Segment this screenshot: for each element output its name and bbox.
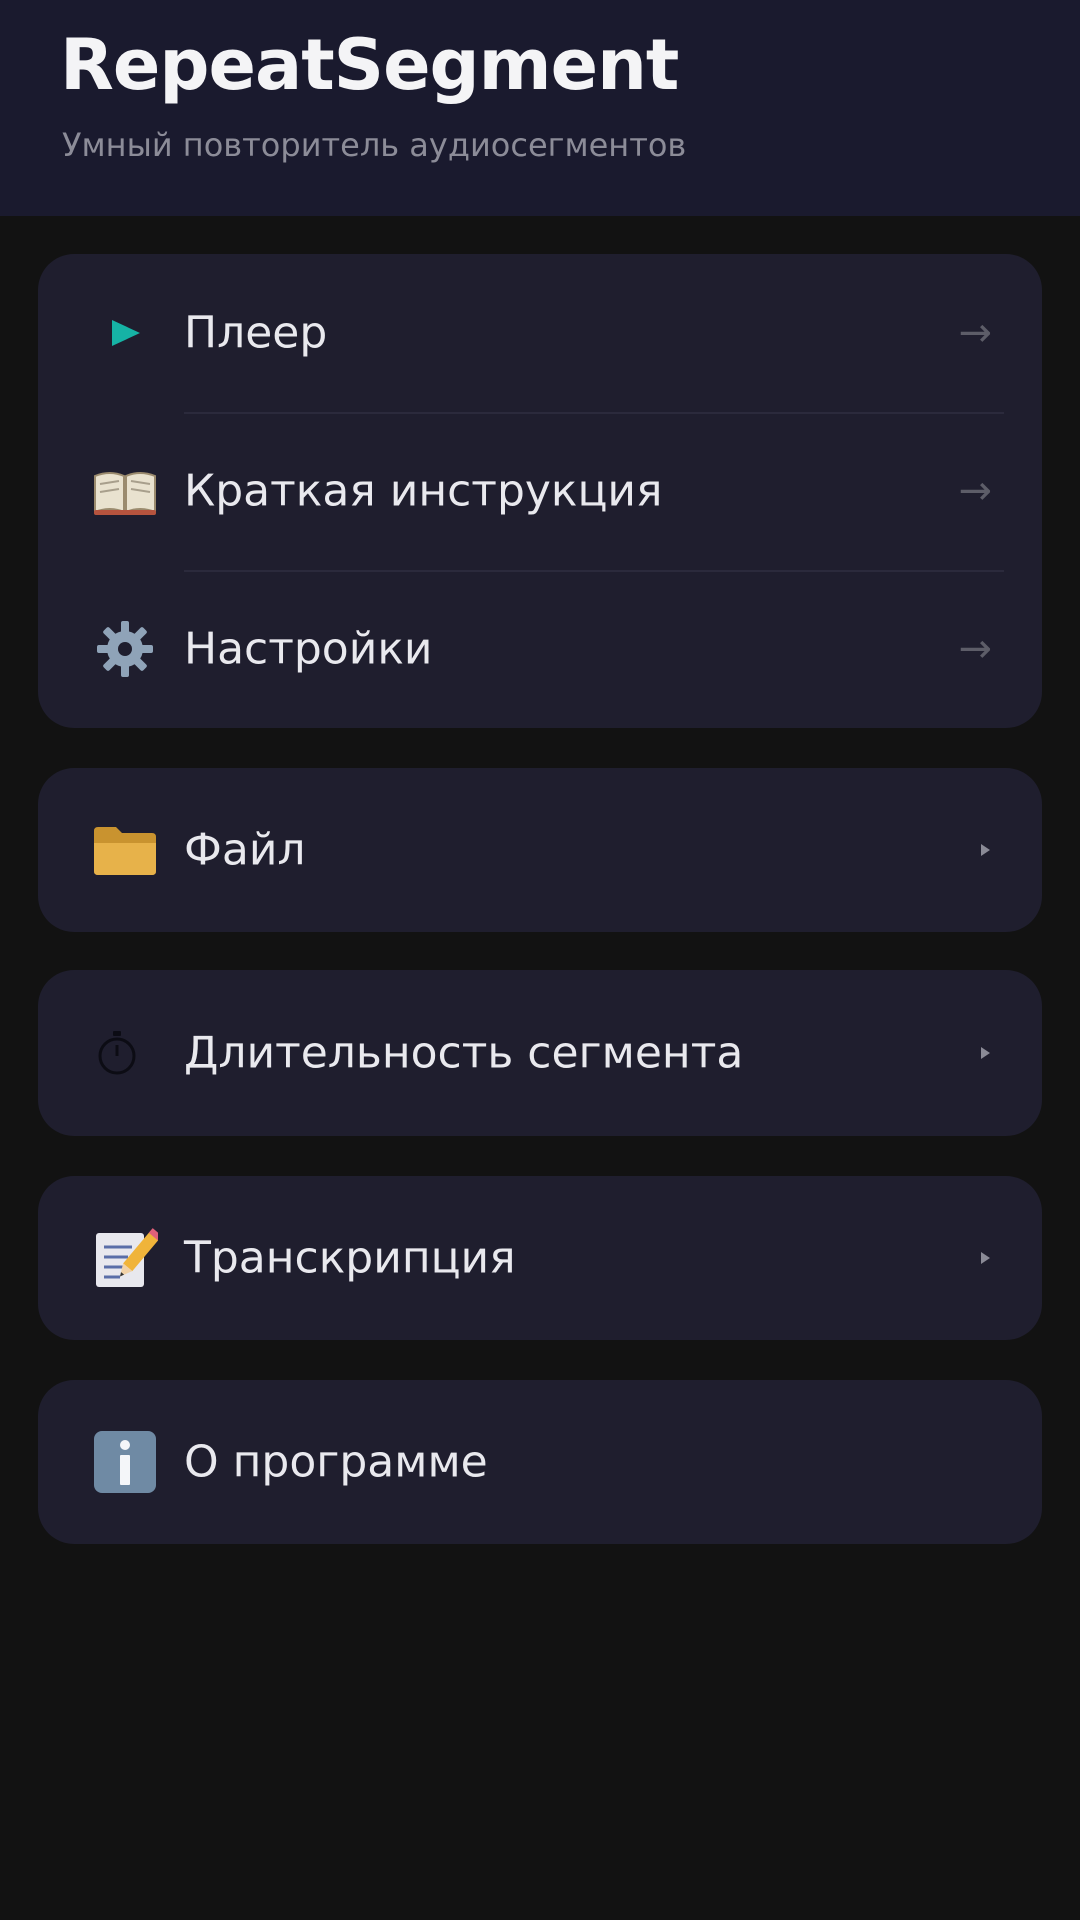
main-menu-card: Плеер → Краткая инструкция → Настройки →: [38, 254, 1042, 728]
gear-icon: [90, 619, 160, 679]
memo-icon: [90, 1228, 160, 1288]
section-segment-duration[interactable]: Длительность сегмента: [38, 970, 1042, 1136]
app-title: RepeatSegment: [60, 24, 679, 106]
arrow-right-icon: →: [958, 310, 992, 356]
file-section-card[interactable]: Файл: [38, 768, 1042, 932]
expand-triangle-icon: [981, 1047, 990, 1059]
menu-item-settings[interactable]: Настройки →: [38, 570, 1042, 728]
folder-icon: [90, 820, 160, 880]
section-label: О программе: [184, 1436, 488, 1488]
expand-triangle-icon: [981, 1252, 990, 1264]
segment-duration-section-card[interactable]: Длительность сегмента: [38, 970, 1042, 1136]
stopwatch-icon: [82, 1023, 152, 1083]
section-label: Длительность сегмента: [184, 1027, 744, 1079]
info-icon: [90, 1431, 160, 1493]
section-transcription[interactable]: Транскрипция: [38, 1176, 1042, 1340]
transcription-section-card[interactable]: Транскрипция: [38, 1176, 1042, 1340]
section-label: Файл: [184, 824, 306, 876]
menu-item-label: Настройки: [184, 623, 433, 675]
expand-triangle-icon: [981, 844, 990, 856]
arrow-right-icon: →: [958, 468, 992, 514]
app-header: RepeatSegment Умный повторитель аудиосег…: [0, 0, 1080, 216]
menu-item-label: Краткая инструкция: [184, 465, 663, 517]
menu-item-player[interactable]: Плеер →: [38, 254, 1042, 412]
section-label: Транскрипция: [184, 1232, 516, 1284]
app-subtitle: Умный повторитель аудиосегментов: [62, 126, 687, 164]
book-icon: [90, 461, 160, 521]
menu-item-label: Плеер: [184, 307, 328, 359]
menu-item-instructions[interactable]: Краткая инструкция →: [38, 412, 1042, 570]
section-about[interactable]: О программе: [38, 1380, 1042, 1544]
play-icon: [90, 303, 160, 363]
arrow-right-icon: →: [958, 626, 992, 672]
about-section-card[interactable]: О программе: [38, 1380, 1042, 1544]
section-file[interactable]: Файл: [38, 768, 1042, 932]
